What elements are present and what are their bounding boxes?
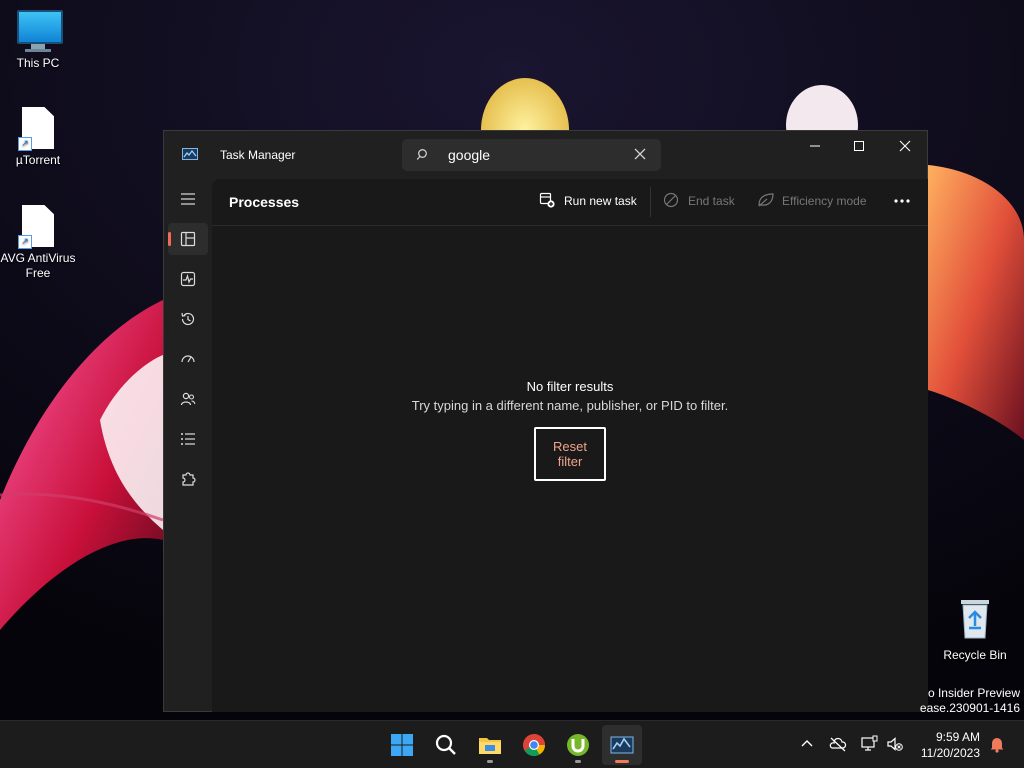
running-indicator — [487, 760, 493, 763]
efficiency-mode-label: Efficiency mode — [782, 194, 867, 208]
minimize-icon — [810, 145, 820, 147]
processes-icon — [180, 231, 196, 247]
toolbar-divider — [650, 187, 651, 217]
watermark-line-1: o Insider Preview — [927, 686, 1020, 700]
efficiency-mode-button[interactable]: Efficiency mode — [757, 191, 877, 213]
system-clock[interactable]: 9:59 AM 11/20/2023 — [914, 729, 980, 761]
users-icon — [180, 392, 196, 406]
task-manager-taskbar-button[interactable] — [602, 725, 642, 765]
desktop-icon-recycle-bin[interactable]: Recycle Bin — [937, 598, 1013, 663]
page-title: Processes — [229, 194, 300, 210]
block-icon — [663, 192, 679, 208]
file-explorer-button[interactable] — [470, 725, 510, 765]
taskbar: 9:59 AM 11/20/2023 — [0, 720, 1024, 768]
network-icon[interactable] — [860, 735, 878, 753]
title-bar[interactable]: Task Manager google — [164, 131, 927, 179]
active-indicator — [168, 232, 171, 246]
running-indicator — [615, 760, 629, 763]
file-shortcut-icon: ↗ — [18, 205, 54, 249]
search-taskbar-button[interactable] — [426, 725, 466, 765]
windows-logo-icon — [391, 734, 413, 756]
running-indicator — [575, 760, 581, 763]
close-icon — [899, 140, 911, 152]
chrome-icon — [523, 734, 545, 756]
desktop-icon-label: µTorrent — [15, 153, 61, 167]
hamburger-menu-button[interactable] — [168, 183, 208, 215]
desktop-icon-avg-antivirus[interactable]: ↗ AVG AntiVirus Free — [0, 205, 76, 281]
history-icon — [181, 312, 195, 326]
onedrive-offline-icon[interactable] — [829, 735, 847, 753]
more-options-icon[interactable] — [892, 193, 912, 209]
command-bar: Processes Run new task End task Efficien… — [212, 179, 928, 226]
start-button[interactable] — [382, 725, 422, 765]
navigation-sidebar — [164, 179, 212, 747]
nav-item-users[interactable] — [168, 383, 208, 415]
task-manager-window: Task Manager google Processes Run new ta… — [163, 130, 928, 747]
task-manager-icon — [610, 736, 634, 754]
folder-icon — [479, 738, 501, 754]
nav-item-details[interactable] — [168, 423, 208, 455]
end-task-label: End task — [688, 194, 735, 208]
empty-state-title: No filter results — [526, 379, 614, 394]
file-shortcut-icon: ↗ — [18, 107, 54, 151]
chevron-up-icon[interactable] — [798, 735, 816, 753]
clock-date: 11/20/2023 — [920, 746, 980, 760]
puzzle-icon — [182, 472, 196, 486]
end-task-button[interactable]: End task — [663, 191, 738, 213]
desktop-icon-label: Recycle Bin — [943, 648, 1007, 662]
list-icon — [181, 433, 195, 445]
nav-item-processes[interactable] — [168, 223, 208, 255]
nav-item-app-history[interactable] — [168, 303, 208, 335]
monitor-icon — [17, 10, 63, 52]
speedometer-icon — [181, 355, 195, 363]
clock-time: 9:59 AM — [935, 730, 980, 744]
search-input[interactable]: google — [402, 139, 661, 171]
maximize-icon — [854, 141, 864, 151]
watermark-line-2: ease.230901-1416 — [919, 701, 1020, 715]
hamburger-icon — [181, 193, 195, 205]
run-new-task-button[interactable]: Run new task — [539, 191, 639, 213]
close-button[interactable] — [882, 131, 928, 161]
search-value: google — [448, 147, 491, 163]
empty-state: No filter results Try typing in a differ… — [212, 379, 928, 481]
desktop-icon-label: This PC — [16, 56, 60, 70]
empty-state-subtitle: Try typing in a different name, publishe… — [411, 398, 729, 413]
nav-item-services[interactable] — [168, 463, 208, 495]
reset-filter-button[interactable]: Reset filter — [534, 427, 606, 481]
task-manager-app-icon — [182, 148, 198, 160]
clear-search-icon[interactable] — [633, 147, 647, 161]
nav-item-performance[interactable] — [168, 263, 208, 295]
leaf-icon — [758, 193, 774, 207]
desktop-icon-this-pc[interactable]: This PC — [0, 10, 76, 71]
run-new-task-label: Run new task — [564, 194, 637, 208]
recycle-bin-icon — [957, 598, 993, 644]
utorrent-icon — [567, 734, 589, 756]
window-title: Task Manager — [220, 148, 296, 162]
minimize-button[interactable] — [792, 131, 838, 161]
volume-muted-icon[interactable] — [886, 735, 904, 753]
performance-icon — [180, 271, 196, 287]
search-icon — [435, 734, 456, 755]
notification-bell-icon[interactable] — [988, 735, 1006, 753]
run-task-icon — [539, 192, 555, 208]
desktop-icon-utorrent[interactable]: ↗ µTorrent — [0, 107, 76, 168]
processes-panel: Processes Run new task End task Efficien… — [212, 179, 928, 712]
search-icon — [416, 149, 427, 160]
nav-item-startup-apps[interactable] — [168, 343, 208, 375]
maximize-button[interactable] — [836, 131, 882, 161]
build-watermark: o Insider Preview ease.230901-1416 — [920, 686, 1020, 716]
utorrent-button[interactable] — [558, 725, 598, 765]
desktop-icon-label: AVG AntiVirus Free — [0, 251, 76, 280]
chrome-button[interactable] — [514, 725, 554, 765]
